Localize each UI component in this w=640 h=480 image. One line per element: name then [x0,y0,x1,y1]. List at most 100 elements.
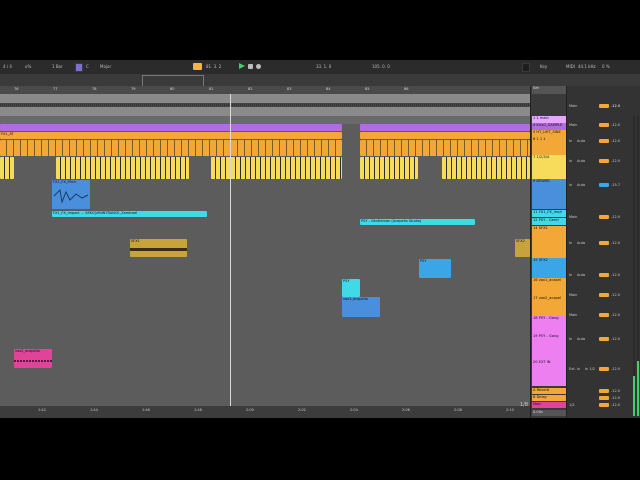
volume-value[interactable]: -15.7 [611,183,620,187]
return-header[interactable]: B Delay [532,395,566,401]
track-header[interactable]: 16 vox1_acapel [532,278,566,296]
track-header[interactable]: 20 EXT IN [532,360,566,386]
volume-value[interactable]: -12.0 [611,123,620,127]
clip-fx-impact[interactable]: FX1_FX_Impact ... SEKO|VININTRANCE_Zamtr… [52,211,207,217]
clip-purple[interactable] [0,124,342,131]
arrangement-overview[interactable] [0,74,640,87]
volume-value[interactable]: -12.0 [611,403,620,407]
time-signature[interactable]: 4 / 4 [3,64,12,69]
master-header[interactable]: Main [532,402,566,408]
volume-value[interactable]: -12.0 [611,159,620,163]
monitor-label[interactable]: Auto [577,159,585,163]
volume-value[interactable]: -12.0 [611,273,620,277]
record-icon[interactable] [256,64,261,69]
track-header[interactable]: 11 FX1_FX_Impt [532,210,566,217]
track-activator[interactable] [599,159,609,163]
follow-button[interactable] [75,63,83,72]
input-label[interactable]: In [569,139,572,143]
clip-vox2[interactable]: PSY [342,279,360,297]
clip-orange-pattern[interactable] [360,140,530,156]
clip-kick[interactable] [442,157,530,179]
volume-value[interactable]: -12.0 [611,337,620,341]
clip-kick[interactable] [360,157,418,179]
clip-purple[interactable] [360,124,530,131]
track-header[interactable]: 15 SFX2 [532,258,566,278]
input-label[interactable]: In [569,241,572,245]
track-activator[interactable] [599,183,609,187]
monitor-label[interactable]: Auto [577,183,585,187]
input-label[interactable]: In [569,159,572,163]
output-label[interactable]: Main [569,215,577,219]
monitor-label[interactable]: Auto [577,241,585,245]
track-header[interactable]: 4 Kick1_SAMPLE [532,123,566,130]
output-label[interactable]: Main [569,104,577,108]
input-label[interactable]: In [569,337,572,341]
clip-orange-pattern[interactable] [0,140,342,156]
monitor-label[interactable]: Auto [577,139,585,143]
volume-value[interactable]: -12.0 [611,396,620,400]
lane-vox1[interactable]: PSY [0,259,530,280]
track-header[interactable]: 6 1 1 1 [532,137,566,155]
volume-value[interactable]: -12.0 [611,367,620,371]
lane-sfx1[interactable]: SFX1 SFX2 [0,227,530,260]
track-activator[interactable] [599,139,609,143]
stop-icon[interactable] [248,64,253,69]
return-header[interactable]: A Reverb [532,388,566,394]
clip-gentleman[interactable]: PSY - Gentleman (Acapella Studio) [360,219,475,225]
arrangement-view[interactable]: FX1_AT FX1_FX_Pitch FX1_FX_Impact ... SE… [0,94,530,412]
playhead[interactable] [230,94,231,412]
key-button[interactable]: Key [540,64,547,69]
track-header[interactable]: 1 1 main [532,116,566,123]
clip-sfx2[interactable]: SFX2 [515,239,530,257]
volume-value[interactable]: -12.0 [611,293,620,297]
key-map-box[interactable] [522,63,530,72]
metronome-value[interactable]: o% [25,64,31,69]
clip-fx-pitch[interactable]: FX1_FX_Pitch [52,180,90,209]
loop-start[interactable]: 33. 1. 0 [316,64,331,69]
quantize-select[interactable]: 1 Bar [52,64,63,69]
cue-out[interactable]: 1/2 [569,403,575,407]
track-activator[interactable] [599,367,609,371]
beat-ruler[interactable]: 76 77 78 79 80 81 82 83 84 85 86 [0,86,530,94]
track-header[interactable]: 12 PSY - Gentl [532,218,566,225]
lane-vox2[interactable]: PSY vox1_acapella [0,279,530,320]
return-activator[interactable] [599,396,609,400]
volume-value[interactable]: -12.0 [611,389,620,393]
key-root[interactable]: C [86,64,89,69]
track-activator[interactable] [599,313,609,317]
track-header[interactable]: 9 DRUMS [532,179,566,209]
input-label[interactable]: In [569,273,572,277]
track-header[interactable]: 7 1/2/3/4 [532,155,566,179]
monitor-label[interactable]: Auto [577,337,585,341]
waveform-lane[interactable] [0,94,530,117]
volume-value[interactable]: -12.0 [611,139,620,143]
track-activator[interactable] [599,273,609,277]
clip-vox1[interactable]: PSY [419,259,451,278]
clip-sfx1[interactable]: SFX1 [130,239,187,257]
return-activator[interactable] [599,389,609,393]
track-header[interactable]: 18 PSY - Gang [532,316,566,334]
lane-kick[interactable] [0,157,530,181]
clip-vox3[interactable]: vox1_acapella [342,297,380,317]
scale-select[interactable]: Major [100,64,111,69]
track-activator[interactable] [599,215,609,219]
clip-vox4[interactable]: vox2_acapella [14,349,52,368]
play-icon[interactable] [238,63,245,70]
output-label[interactable]: Main [569,293,577,297]
output-label[interactable]: Main [569,313,577,317]
loop-length[interactable]: 105. 0. 0 [372,64,390,69]
time-axis[interactable]: 1:42 1:44 1:46 1:48 2:00 2:02 2:04 2:06 … [0,402,530,418]
track-header[interactable]: 19 PSY - Gang [532,334,566,360]
input-channel[interactable]: In 1/2 [585,367,595,371]
output-label[interactable]: Main [569,123,577,127]
volume-value[interactable]: -12.0 [611,104,620,108]
track-activator[interactable] [599,241,609,245]
clip-kick[interactable] [0,157,14,179]
ext-in-label[interactable]: Ext. In [569,367,580,371]
clip-kick[interactable] [56,157,189,179]
clip-hats[interactable]: FX1_AT [0,132,342,139]
lane-orange-2[interactable] [0,140,530,158]
midi-button[interactable]: MIDI [566,64,575,69]
loop-icon[interactable] [193,63,202,70]
master-activator[interactable] [599,403,609,407]
